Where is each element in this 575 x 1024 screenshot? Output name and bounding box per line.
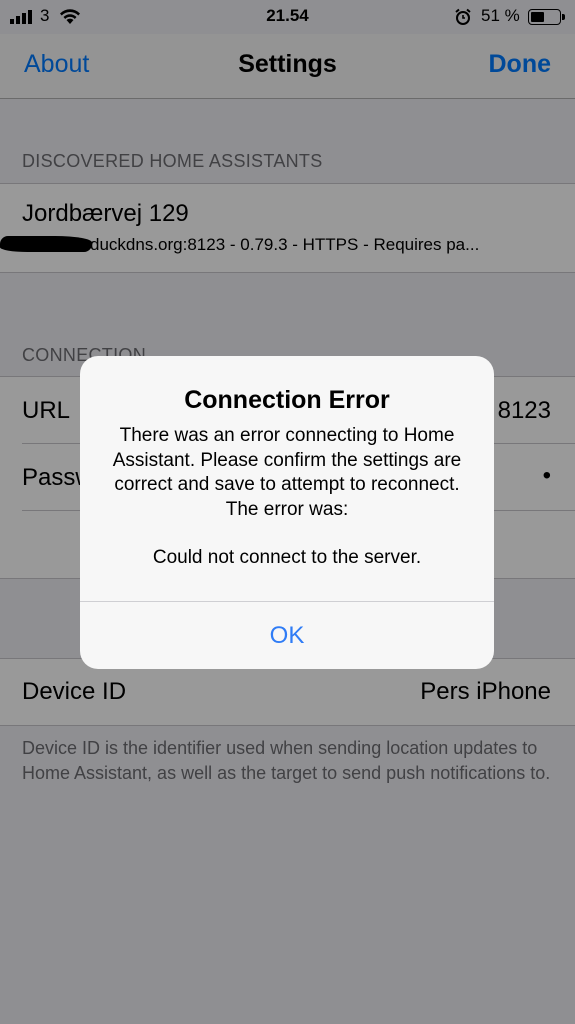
- alert-message-block: There was an error connecting to Home As…: [104, 424, 470, 571]
- connection-error-alert: Connection Error There was an error conn…: [80, 356, 494, 669]
- alert-title: Connection Error: [184, 386, 390, 414]
- ok-button[interactable]: OK: [80, 602, 494, 669]
- alert-message: There was an error connecting to Home As…: [112, 425, 462, 520]
- alert-error: Could not connect to the server.: [152, 547, 422, 568]
